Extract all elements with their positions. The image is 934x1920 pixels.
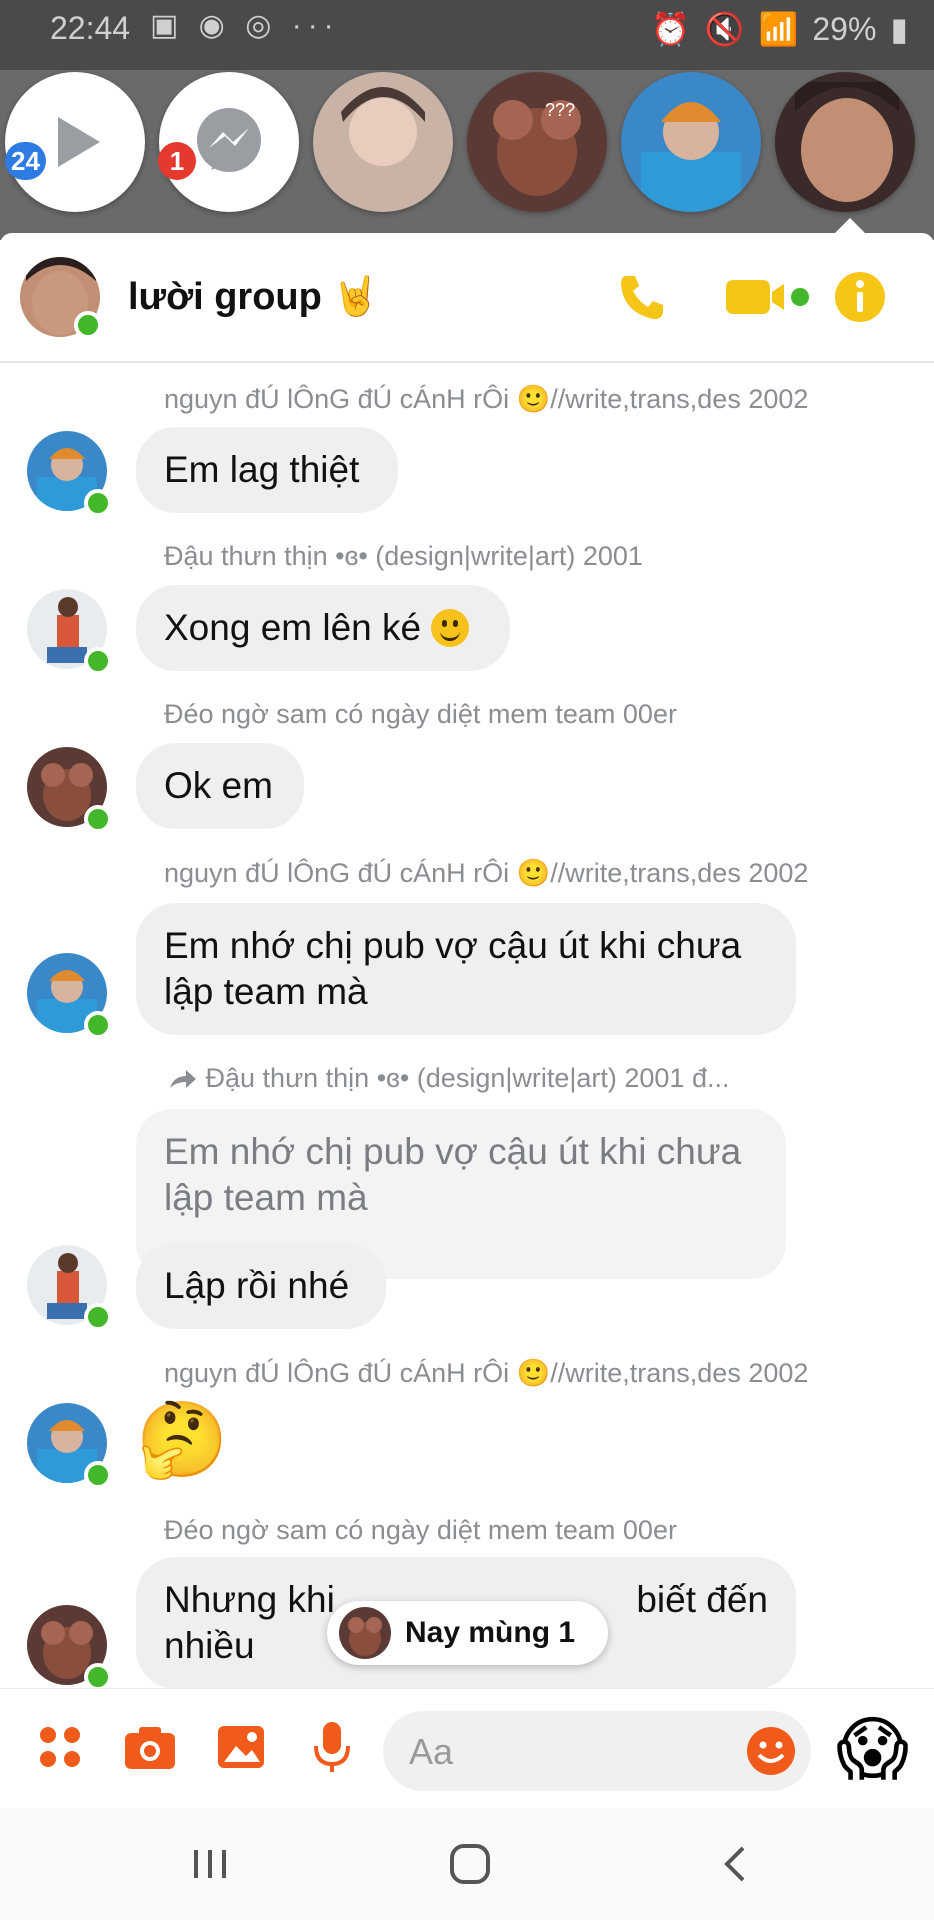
- date-separator-pill[interactable]: Nay mùng 1: [327, 1601, 608, 1665]
- message-line: Em nhớ chị pub vợ cậu út khi chưa: [164, 925, 742, 966]
- quick-reaction-button[interactable]: 😱: [836, 1707, 909, 1791]
- home-icon[interactable]: [440, 1838, 500, 1890]
- online-indicator: [84, 1461, 112, 1489]
- sender-name: Đéo ngờ sam có ngày diệt mem team 00er: [164, 1515, 677, 1545]
- emoji-picker-icon: [747, 1727, 795, 1775]
- chat-header: lười group 🤘: [0, 233, 934, 363]
- input-placeholder: Aa: [409, 1731, 454, 1772]
- recent-apps-icon[interactable]: [180, 1838, 240, 1890]
- online-indicator: [84, 1303, 112, 1331]
- message-bubble[interactable]: Em lag thiệt: [136, 427, 398, 513]
- chat-head-avatar[interactable]: [313, 72, 453, 212]
- messenger-icon: [197, 108, 261, 172]
- status-bar: 22:44 ▣ ◉ ◎ ··· ⏰ 🔇 📶 29% ▮: [0, 0, 934, 70]
- video-call-icon[interactable]: [722, 269, 812, 325]
- chat-head-avatar[interactable]: [775, 72, 915, 212]
- thinking-emoji-message[interactable]: 🤔: [136, 1397, 228, 1483]
- status-time: 22:44: [50, 10, 131, 46]
- camera-icon[interactable]: [122, 1719, 178, 1775]
- wifi-icon: 📶: [758, 11, 799, 47]
- system-navigation-bar: [0, 1808, 934, 1920]
- more-actions-icon[interactable]: [32, 1719, 88, 1775]
- message-bubble[interactable]: Lập rồi nhé: [136, 1243, 386, 1329]
- sender-name: Đéo ngờ sam có ngày diệt mem team 00er: [164, 699, 677, 729]
- sender-name: Đậu thưn thịn •ɞ• (design|write|art) 200…: [164, 541, 643, 571]
- online-indicator: [84, 647, 112, 675]
- pill-avatar: [339, 1607, 391, 1659]
- chat-heads-row: ??? 24 1: [0, 72, 934, 222]
- info-icon[interactable]: [832, 269, 888, 325]
- chat-head-avatar[interactable]: [621, 72, 761, 212]
- online-indicator: [74, 311, 102, 339]
- battery-icon: ▮: [890, 11, 908, 47]
- message-line: lập team mà: [164, 971, 368, 1012]
- sender-name: nguyn đÚ lÔnG đÚ cÁnH rÔi 🙂//write,trans…: [164, 1358, 809, 1388]
- unread-badge: 1: [158, 142, 196, 180]
- message-bubble[interactable]: Xong em lên ké: [136, 585, 510, 671]
- online-indicator: [84, 805, 112, 833]
- call-icon[interactable]: [614, 269, 670, 325]
- alarm-icon: ⏰: [650, 11, 691, 47]
- message-line: nhiều: [164, 1625, 255, 1666]
- message-text: Xong em lên ké: [164, 607, 422, 648]
- status-right: ⏰ 🔇 📶 29% ▮: [651, 10, 908, 48]
- gallery-icon[interactable]: [213, 1719, 269, 1775]
- message-bubble[interactable]: Ok em: [136, 743, 304, 829]
- message-fragment: Nhưng khi: [164, 1579, 335, 1620]
- chat-head-avatar[interactable]: ???: [467, 72, 607, 212]
- message-input[interactable]: Aa: [383, 1711, 811, 1791]
- date-label: Nay mùng 1: [405, 1616, 576, 1649]
- reply-arrow-icon: [170, 1069, 196, 1088]
- message-bubble[interactable]: Em nhớ chị pub vợ cậu út khi chưa lập te…: [136, 903, 796, 1035]
- mute-icon: 🔇: [704, 11, 745, 47]
- online-indicator: [84, 1011, 112, 1039]
- reply-header: Đậu thưn thịn •ɞ• (design|write|art) 200…: [168, 1063, 729, 1094]
- online-indicator: [84, 489, 112, 517]
- chat-title[interactable]: lười group 🤘: [128, 275, 380, 319]
- quoted-line: Em nhớ chị pub vợ cậu út khi chưa: [164, 1131, 742, 1172]
- online-indicator: [84, 1663, 112, 1691]
- sender-name: nguyn đÚ lÔnG đÚ cÁnH rÔi 🙂//write,trans…: [164, 384, 809, 414]
- message-composer: Aa 😱: [0, 1688, 934, 1808]
- unread-badge: 24: [5, 142, 46, 180]
- smile-emoji-icon: [431, 609, 470, 647]
- battery-percent: 29%: [812, 10, 877, 47]
- quoted-line: lập team mà: [164, 1177, 368, 1218]
- svg-text:???: ???: [545, 100, 575, 120]
- notification-icons: ▣ ◉ ◎ ···: [150, 9, 340, 42]
- play-icon: [58, 117, 100, 167]
- message-fragment: biết đến: [636, 1579, 768, 1620]
- chat-panel: lười group 🤘 nguyn đÚ lÔnG đÚ cÁnH rÔi 🙂…: [0, 233, 934, 1808]
- sender-name: Đậu thưn thịn •ɞ• (design|write|art) 200…: [205, 1063, 730, 1093]
- sender-name: nguyn đÚ lÔnG đÚ cÁnH rÔi 🙂//write,trans…: [164, 858, 809, 888]
- microphone-icon[interactable]: [304, 1719, 360, 1775]
- back-icon[interactable]: [704, 1838, 764, 1890]
